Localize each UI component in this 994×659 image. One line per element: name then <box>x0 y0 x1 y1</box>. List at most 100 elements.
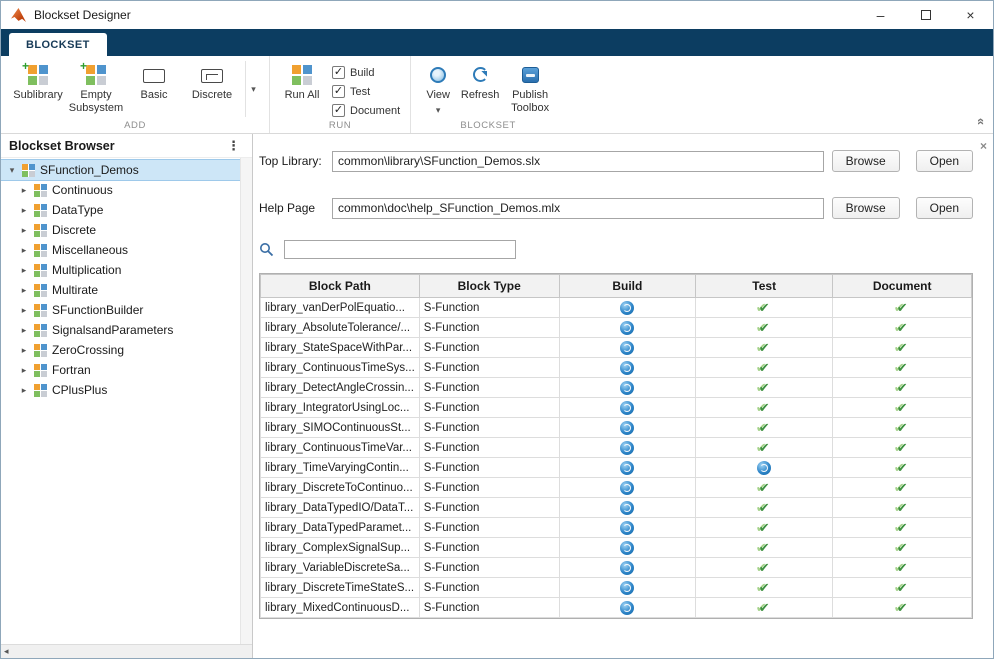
test-status-cell[interactable]: ✔ <box>696 338 833 358</box>
block-path-cell[interactable]: library_VariableDiscreteSa... <box>261 558 420 578</box>
chevron-right-icon[interactable]: ▸ <box>19 205 29 216</box>
block-path-cell[interactable]: library_DataTypedIO/DataT... <box>261 498 420 518</box>
build-status-cell[interactable] <box>559 358 696 378</box>
chevron-right-icon[interactable]: ▸ <box>19 285 29 296</box>
col-header-block-type[interactable]: Block Type <box>419 275 559 298</box>
tree-item-datatype[interactable]: ▸DataType <box>1 200 240 220</box>
tree-item-continuous[interactable]: ▸Continuous <box>1 180 240 200</box>
block-path-cell[interactable]: library_vanDerPolEquatio... <box>261 298 420 318</box>
table-row[interactable]: library_StateSpaceWithPar...S-Function✔✔ <box>261 338 972 358</box>
document-status-cell[interactable]: ✔ <box>833 498 972 518</box>
table-row[interactable]: library_DataTypedIO/DataT...S-Function✔✔ <box>261 498 972 518</box>
build-status-cell[interactable] <box>559 558 696 578</box>
block-path-cell[interactable]: library_ComplexSignalSup... <box>261 538 420 558</box>
chevron-right-icon[interactable]: ▸ <box>19 345 29 356</box>
document-status-cell[interactable]: ✔ <box>833 518 972 538</box>
document-status-cell[interactable]: ✔ <box>833 418 972 438</box>
build-status-cell[interactable] <box>559 298 696 318</box>
document-status-cell[interactable]: ✔ <box>833 298 972 318</box>
build-status-cell[interactable] <box>559 538 696 558</box>
test-status-cell[interactable]: ✔ <box>696 358 833 378</box>
col-header-build[interactable]: Build <box>559 275 696 298</box>
sidebar-hscrollbar[interactable]: ◂ <box>1 644 252 658</box>
chevron-right-icon[interactable]: ▸ <box>19 305 29 316</box>
maximize-button[interactable] <box>903 1 948 29</box>
table-row[interactable]: library_DiscreteTimeStateS...S-Function✔… <box>261 578 972 598</box>
sidebar-scrollbar[interactable] <box>240 158 252 644</box>
test-status-cell[interactable] <box>696 458 833 478</box>
table-row[interactable]: library_DetectAngleCrossin...S-Function✔… <box>261 378 972 398</box>
tab-blockset[interactable]: BLOCKSET <box>9 33 107 56</box>
test-status-cell[interactable]: ✔ <box>696 398 833 418</box>
chevron-right-icon[interactable]: ▸ <box>19 265 29 276</box>
block-path-cell[interactable]: library_StateSpaceWithPar... <box>261 338 420 358</box>
document-status-cell[interactable]: ✔ <box>833 398 972 418</box>
build-checkbox[interactable]: ✓ <box>332 66 345 79</box>
panel-menu-icon[interactable]: ⋮ <box>223 138 244 154</box>
block-path-cell[interactable]: library_ContinuousTimeVar... <box>261 438 420 458</box>
build-status-cell[interactable] <box>559 518 696 538</box>
tree-item-cplusplus[interactable]: ▸CPlusPlus <box>1 380 240 400</box>
document-status-cell[interactable]: ✔ <box>833 438 972 458</box>
document-status-cell[interactable]: ✔ <box>833 578 972 598</box>
build-status-cell[interactable] <box>559 458 696 478</box>
build-status-cell[interactable] <box>559 318 696 338</box>
tree-item-miscellaneous[interactable]: ▸Miscellaneous <box>1 240 240 260</box>
build-status-cell[interactable] <box>559 438 696 458</box>
test-status-cell[interactable]: ✔ <box>696 438 833 458</box>
test-status-cell[interactable]: ✔ <box>696 378 833 398</box>
table-row[interactable]: library_VariableDiscreteSa...S-Function✔… <box>261 558 972 578</box>
tree-item-multirate[interactable]: ▸Multirate <box>1 280 240 300</box>
block-path-cell[interactable]: library_TimeVaryingContin... <box>261 458 420 478</box>
tree-item-discrete[interactable]: ▸Discrete <box>1 220 240 240</box>
top-library-input[interactable] <box>332 151 824 172</box>
help-page-browse-button[interactable]: Browse <box>832 197 900 219</box>
document-status-cell[interactable]: ✔ <box>833 558 972 578</box>
block-path-cell[interactable]: library_DataTypedParamet... <box>261 518 420 538</box>
chevron-down-icon[interactable]: ▾ <box>7 165 17 176</box>
run-all-button[interactable]: Run All <box>278 61 326 102</box>
block-path-cell[interactable]: library_DetectAngleCrossin... <box>261 378 420 398</box>
build-status-cell[interactable] <box>559 398 696 418</box>
build-status-cell[interactable] <box>559 478 696 498</box>
test-status-cell[interactable]: ✔ <box>696 578 833 598</box>
document-status-cell[interactable]: ✔ <box>833 538 972 558</box>
table-row[interactable]: library_ContinuousTimeSys...S-Function✔✔ <box>261 358 972 378</box>
document-status-cell[interactable]: ✔ <box>833 358 972 378</box>
table-row[interactable]: library_SIMOContinuousSt...S-Function✔✔ <box>261 418 972 438</box>
col-header-document[interactable]: Document <box>833 275 972 298</box>
tree-item-signalsandparameters[interactable]: ▸SignalsandParameters <box>1 320 240 340</box>
build-status-cell[interactable] <box>559 498 696 518</box>
test-checkbox[interactable]: ✓ <box>332 85 345 98</box>
table-row[interactable]: library_IntegratorUsingLoc...S-Function✔… <box>261 398 972 418</box>
top-library-browse-button[interactable]: Browse <box>832 150 900 172</box>
document-status-cell[interactable]: ✔ <box>833 338 972 358</box>
document-checkbox[interactable]: ✓ <box>332 104 345 117</box>
build-status-cell[interactable] <box>559 418 696 438</box>
table-row[interactable]: library_ContinuousTimeVar...S-Function✔✔ <box>261 438 972 458</box>
chevron-right-icon[interactable]: ▸ <box>19 245 29 256</box>
tree-item-sfunction_demos[interactable]: ▾SFunction_Demos <box>1 160 240 180</box>
add-gallery-dropdown[interactable]: ▾ <box>245 61 261 117</box>
document-status-cell[interactable]: ✔ <box>833 458 972 478</box>
build-status-cell[interactable] <box>559 338 696 358</box>
test-status-cell[interactable]: ✔ <box>696 318 833 338</box>
chevron-right-icon[interactable]: ▸ <box>19 185 29 196</box>
test-status-cell[interactable]: ✔ <box>696 418 833 438</box>
build-status-cell[interactable] <box>559 378 696 398</box>
block-path-cell[interactable]: library_ContinuousTimeSys... <box>261 358 420 378</box>
document-status-cell[interactable]: ✔ <box>833 598 972 618</box>
block-path-cell[interactable]: library_DiscreteToContinuo... <box>261 478 420 498</box>
refresh-button[interactable]: Refresh <box>457 61 503 102</box>
tree-item-multiplication[interactable]: ▸Multiplication <box>1 260 240 280</box>
top-library-open-button[interactable]: Open <box>916 150 973 172</box>
test-status-cell[interactable]: ✔ <box>696 518 833 538</box>
build-status-cell[interactable] <box>559 598 696 618</box>
test-status-cell[interactable]: ✔ <box>696 538 833 558</box>
tree-item-zerocrossing[interactable]: ▸ZeroCrossing <box>1 340 240 360</box>
scroll-left-icon[interactable]: ◂ <box>4 646 9 657</box>
test-status-cell[interactable]: ✔ <box>696 478 833 498</box>
add-basic-button[interactable]: Basic <box>125 61 183 102</box>
add-sublibrary-button[interactable]: + Sublibrary <box>9 61 67 102</box>
document-checkbox-row[interactable]: ✓ Document <box>332 104 400 117</box>
